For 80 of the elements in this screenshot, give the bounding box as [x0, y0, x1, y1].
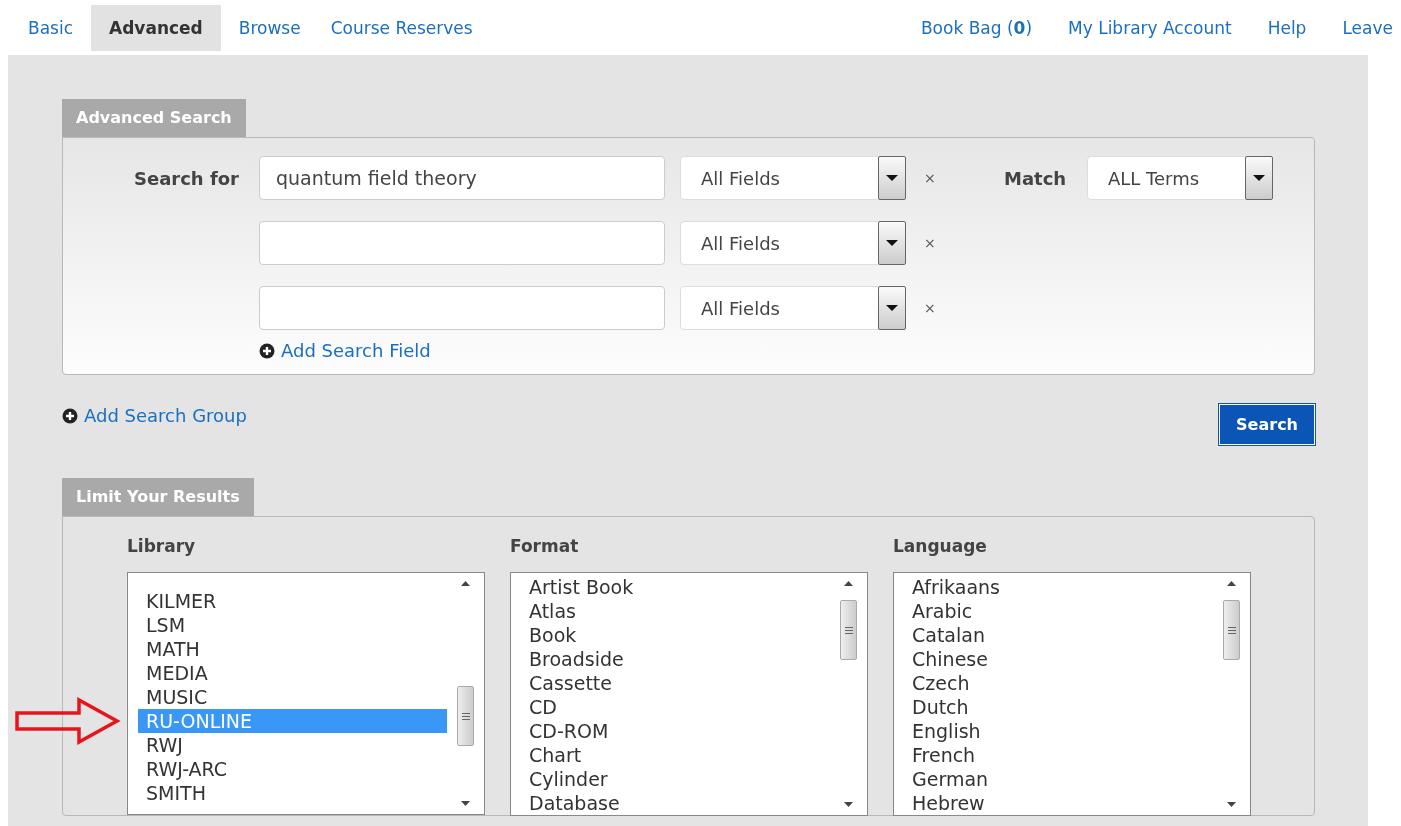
grip-icon: [844, 626, 853, 634]
nav-tab[interactable]: Advanced: [91, 4, 221, 51]
nav-link[interactable]: Book Bag (0): [920, 17, 1033, 38]
list-box[interactable]: KILMER LSM MATH MEDIA MUSIC RU-ONLINE RWJ RWJ-ARC SMITH: [127, 572, 485, 815]
up-arrow-icon: [844, 581, 853, 586]
list-option[interactable]: MEDIA: [138, 661, 447, 685]
caret-icon: [886, 305, 898, 311]
list-option[interactable]: Chinese: [904, 647, 1213, 671]
dropdown-button[interactable]: [878, 286, 906, 330]
list-box[interactable]: Afrikaans Arabic Catalan Chinese Czech Dutch English French German Hebrew: [893, 572, 1251, 816]
list-option[interactable]: Cylinder: [521, 767, 830, 791]
scroll-thumb[interactable]: [840, 600, 857, 660]
dropdown-button[interactable]: [878, 156, 906, 200]
grip-icon: [461, 712, 470, 720]
plus-circle-icon: [259, 342, 275, 359]
match-label: Match: [1004, 167, 1068, 189]
remove-button[interactable]: ×: [924, 170, 936, 186]
list-option[interactable]: LSM: [138, 613, 447, 637]
list-option[interactable]: Arabic: [904, 599, 1213, 623]
scroll-thumb[interactable]: [457, 686, 474, 746]
list-option[interactable]: Czech: [904, 671, 1213, 695]
search-label: Search for: [132, 167, 240, 189]
field-select[interactable]: All Fields: [680, 221, 906, 265]
up-arrow-icon: [1227, 581, 1236, 586]
nav-link[interactable]: My Library Account: [1068, 17, 1232, 38]
search-button[interactable]: Search: [1219, 404, 1315, 445]
list-option[interactable]: Catalan: [904, 623, 1213, 647]
list-option[interactable]: Afrikaans: [904, 575, 1213, 599]
remove-button[interactable]: ×: [924, 300, 936, 316]
search-field[interactable]: [259, 286, 665, 330]
list-option[interactable]: Book: [521, 623, 830, 647]
nav-tab[interactable]: Course Reserves: [318, 4, 485, 51]
list-option[interactable]: MATH: [138, 637, 447, 661]
list-option[interactable]: CD: [521, 695, 830, 719]
list-option[interactable]: MUSIC: [138, 685, 447, 709]
scroll-thumb[interactable]: [1223, 600, 1240, 660]
list-label: Format: [510, 536, 579, 556]
caret-icon: [886, 240, 898, 246]
caret-icon: [1253, 175, 1265, 181]
down-arrow-icon: [1227, 802, 1236, 807]
add-group-link[interactable]: Add Search Group: [84, 405, 247, 426]
arrow-icon: [15, 697, 121, 745]
list-option[interactable]: Database: [521, 791, 830, 815]
dropdown-button[interactable]: [1245, 156, 1273, 200]
field-select[interactable]: All Fields: [680, 286, 906, 330]
list-option[interactable]: RWJ-ARC: [138, 757, 447, 781]
list-box[interactable]: Artist Book Atlas Book Broadside Cassette CD CD-ROM Chart Cylinder Database: [510, 572, 868, 816]
nav-tab[interactable]: Basic: [16, 4, 85, 51]
list-option[interactable]: Artist Book: [521, 575, 830, 599]
list-option[interactable]: KILMER: [138, 589, 447, 613]
match-select[interactable]: ALL Terms: [1087, 156, 1273, 200]
search-field[interactable]: [259, 221, 665, 265]
field-select[interactable]: All Fields: [680, 156, 906, 200]
down-arrow-icon: [844, 802, 853, 807]
list-option[interactable]: Chart: [521, 743, 830, 767]
list-option[interactable]: Dutch: [904, 695, 1213, 719]
list-option[interactable]: Atlas: [521, 599, 830, 623]
list-option[interactable]: RWJ: [138, 733, 447, 757]
add-field-link[interactable]: Add Search Field: [281, 340, 431, 361]
search-field[interactable]: quantum field theory: [259, 156, 665, 200]
list-option[interactable]: German: [904, 767, 1213, 791]
list-option[interactable]: Hebrew: [904, 791, 1213, 815]
list-option[interactable]: French: [904, 743, 1213, 767]
list-option[interactable]: Cassette: [521, 671, 830, 695]
list-label: Language: [893, 536, 987, 556]
list-option[interactable]: English: [904, 719, 1213, 743]
list-label: Library: [127, 536, 196, 556]
list-option[interactable]: Broadside: [521, 647, 830, 671]
caret-icon: [886, 175, 898, 181]
remove-button[interactable]: ×: [924, 235, 936, 251]
up-arrow-icon: [461, 581, 470, 586]
dropdown-button[interactable]: [878, 221, 906, 265]
nav-link[interactable]: Help: [1267, 17, 1307, 38]
down-arrow-icon: [461, 801, 470, 806]
list-option[interactable]: SMITH: [138, 781, 447, 805]
list-option[interactable]: CD-ROM: [521, 719, 830, 743]
nav-link[interactable]: Leave: [1342, 17, 1393, 38]
nav-tab[interactable]: Browse: [226, 4, 313, 51]
plus-circle-icon: [62, 407, 78, 424]
grip-icon: [1227, 626, 1236, 634]
